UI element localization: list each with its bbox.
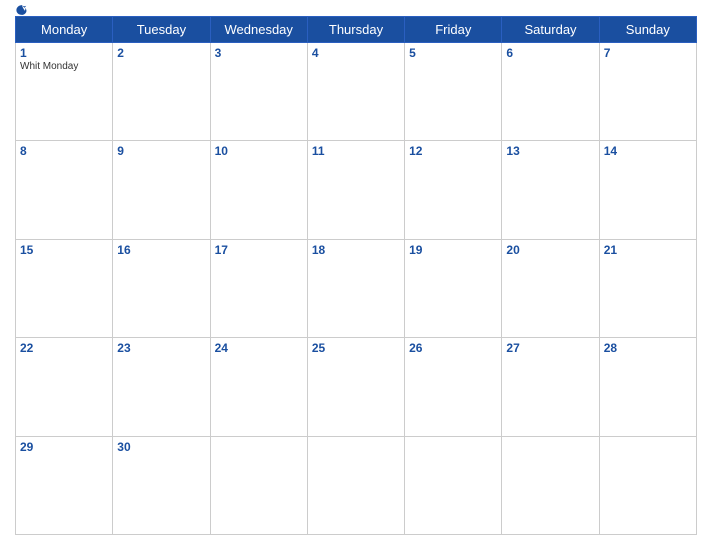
- day-number: 24: [215, 341, 303, 355]
- day-number: 26: [409, 341, 497, 355]
- calendar-day-cell: 3: [210, 43, 307, 141]
- day-number: 20: [506, 243, 594, 257]
- weekday-header-wednesday: Wednesday: [210, 17, 307, 43]
- calendar-day-cell: 25: [307, 338, 404, 436]
- holiday-name: Whit Monday: [20, 61, 108, 72]
- calendar-day-cell: 8: [16, 141, 113, 239]
- day-number: 5: [409, 46, 497, 60]
- calendar-day-cell: 28: [599, 338, 696, 436]
- weekday-header-monday: Monday: [16, 17, 113, 43]
- calendar-day-cell: [307, 436, 404, 534]
- day-number: 4: [312, 46, 400, 60]
- calendar-day-cell: 21: [599, 239, 696, 337]
- day-number: 22: [20, 341, 108, 355]
- calendar-day-cell: 16: [113, 239, 210, 337]
- day-number: 8: [20, 144, 108, 158]
- day-number: 6: [506, 46, 594, 60]
- calendar-day-cell: 30: [113, 436, 210, 534]
- day-number: 12: [409, 144, 497, 158]
- day-number: 10: [215, 144, 303, 158]
- calendar-day-cell: 29: [16, 436, 113, 534]
- day-number: 17: [215, 243, 303, 257]
- day-number: 1: [20, 46, 108, 60]
- day-number: 19: [409, 243, 497, 257]
- weekday-header-sunday: Sunday: [599, 17, 696, 43]
- day-number: 18: [312, 243, 400, 257]
- calendar-day-cell: 26: [405, 338, 502, 436]
- calendar-day-cell: 13: [502, 141, 599, 239]
- weekday-header-tuesday: Tuesday: [113, 17, 210, 43]
- calendar-day-cell: 9: [113, 141, 210, 239]
- logo-blue-text: [15, 3, 31, 17]
- calendar-day-cell: [599, 436, 696, 534]
- calendar-day-cell: 1Whit Monday: [16, 43, 113, 141]
- calendar-header-row: MondayTuesdayWednesdayThursdayFridaySatu…: [16, 17, 697, 43]
- calendar-day-cell: [502, 436, 599, 534]
- logo-bird-icon: [15, 3, 29, 17]
- calendar-day-cell: 12: [405, 141, 502, 239]
- day-number: 21: [604, 243, 692, 257]
- day-number: 29: [20, 440, 108, 454]
- day-number: 28: [604, 341, 692, 355]
- calendar-day-cell: 4: [307, 43, 404, 141]
- calendar-day-cell: 22: [16, 338, 113, 436]
- calendar-day-cell: 27: [502, 338, 599, 436]
- calendar-day-cell: [210, 436, 307, 534]
- day-number: 9: [117, 144, 205, 158]
- day-number: 25: [312, 341, 400, 355]
- calendar-day-cell: 19: [405, 239, 502, 337]
- calendar-day-cell: 6: [502, 43, 599, 141]
- calendar-day-cell: 11: [307, 141, 404, 239]
- calendar-week-row: 22 23 24 25 26 27 28: [16, 338, 697, 436]
- day-number: 30: [117, 440, 205, 454]
- weekday-header-thursday: Thursday: [307, 17, 404, 43]
- logo: [15, 3, 31, 17]
- day-number: 13: [506, 144, 594, 158]
- day-number: 27: [506, 341, 594, 355]
- day-number: 16: [117, 243, 205, 257]
- calendar-day-cell: 17: [210, 239, 307, 337]
- day-number: 2: [117, 46, 205, 60]
- calendar-day-cell: 10: [210, 141, 307, 239]
- day-number: 3: [215, 46, 303, 60]
- calendar-table: MondayTuesdayWednesdayThursdayFridaySatu…: [15, 16, 697, 535]
- calendar-week-row: 89 10 11 12 13 14: [16, 141, 697, 239]
- calendar-day-cell: 5: [405, 43, 502, 141]
- day-number: 7: [604, 46, 692, 60]
- day-number: 14: [604, 144, 692, 158]
- calendar-day-cell: 7: [599, 43, 696, 141]
- calendar-week-row: 29 30: [16, 436, 697, 534]
- calendar-week-row: 15 16 17 18 19 20 21: [16, 239, 697, 337]
- calendar-day-cell: 2: [113, 43, 210, 141]
- day-number: 23: [117, 341, 205, 355]
- day-number: 15: [20, 243, 108, 257]
- calendar-day-cell: 23: [113, 338, 210, 436]
- weekday-header-friday: Friday: [405, 17, 502, 43]
- calendar-day-cell: 14: [599, 141, 696, 239]
- day-number: 11: [312, 144, 400, 158]
- calendar-day-cell: 15: [16, 239, 113, 337]
- calendar-day-cell: [405, 436, 502, 534]
- calendar-day-cell: 24: [210, 338, 307, 436]
- calendar-day-cell: 20: [502, 239, 599, 337]
- weekday-header-saturday: Saturday: [502, 17, 599, 43]
- calendar-day-cell: 18: [307, 239, 404, 337]
- calendar-week-row: 1Whit Monday 234567: [16, 43, 697, 141]
